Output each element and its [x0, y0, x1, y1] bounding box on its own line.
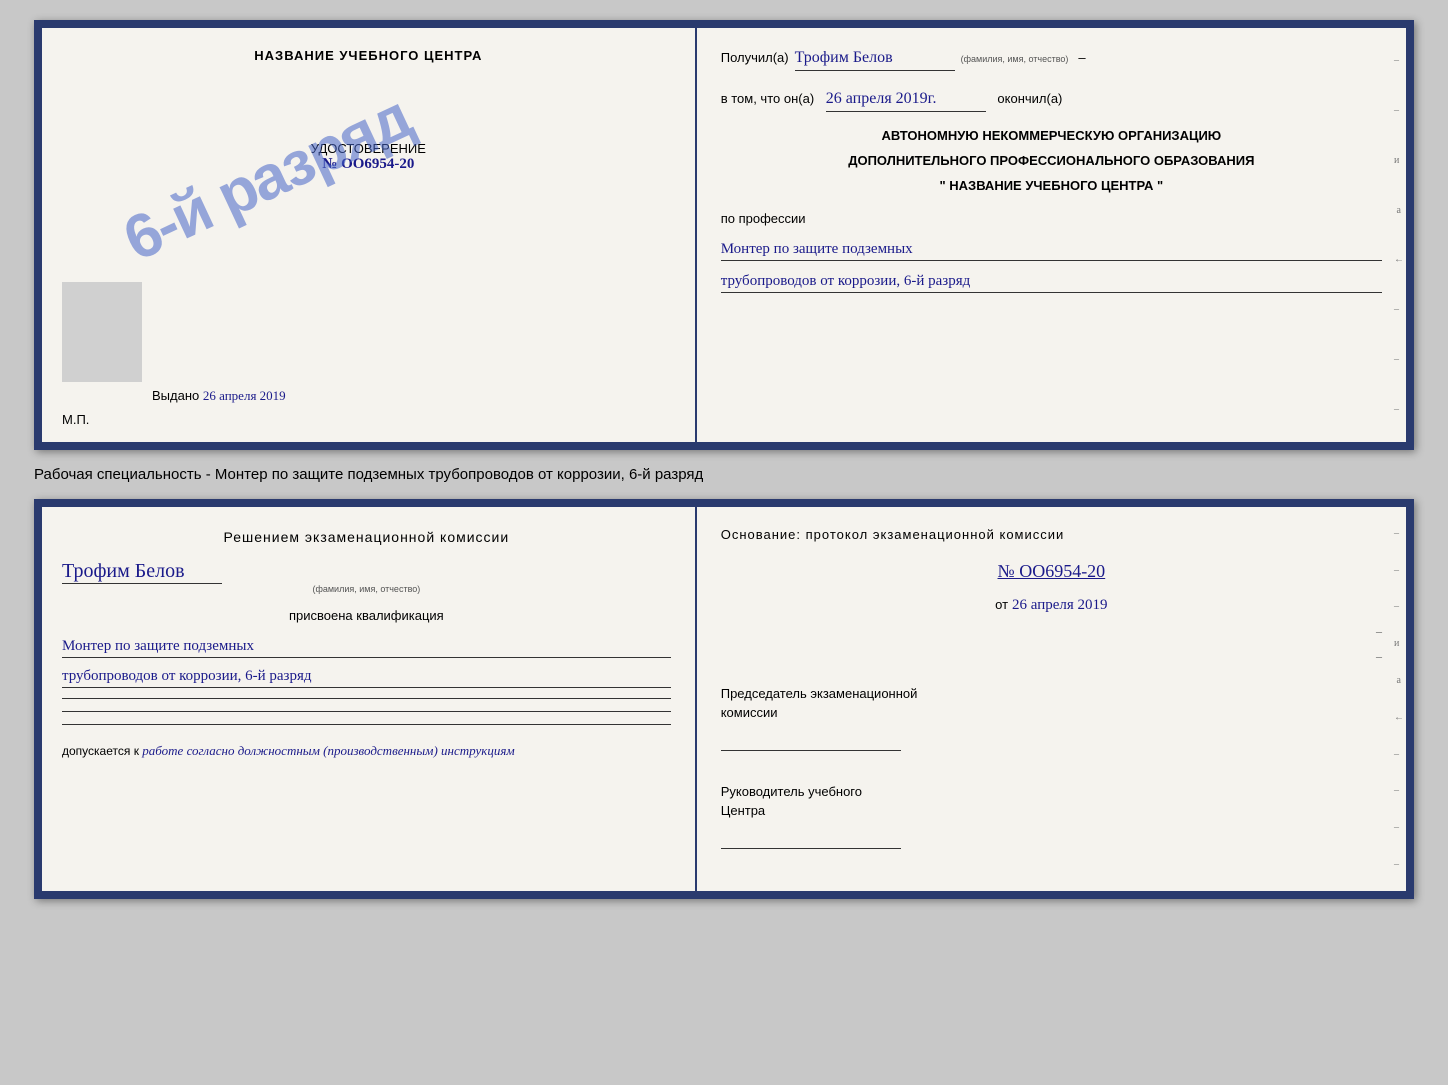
predsedatel-line1: Председатель экзаменационной	[721, 684, 1382, 704]
bottom-recipient-name: Трофим Белов	[62, 560, 222, 584]
dash-sep1: –	[721, 624, 1382, 639]
dopuskaetsya-label: допускается к	[62, 744, 139, 758]
dopuskaetsya-block: допускается к работе согласно должностны…	[62, 743, 671, 759]
udost-label: УДОСТОВЕРЕНИЕ	[311, 141, 426, 156]
org-line2: ДОПОЛНИТЕЛЬНОГО ПРОФЕССИОНАЛЬНОГО ОБРАЗО…	[721, 153, 1382, 168]
resheniem-label: Решением экзаменационной комиссии	[62, 527, 671, 548]
predsedatel-block: Председатель экзаменационной комиссии	[721, 684, 1382, 756]
okonchil-label: окончил(а)	[997, 91, 1062, 106]
prisvoena-label: присвоена квалификация	[62, 606, 671, 626]
photo-placeholder	[62, 282, 142, 382]
bottom-cert-right: Основание: протокол экзаменационной коми…	[697, 507, 1406, 891]
predsedatel-signature	[721, 735, 901, 751]
stamp-text: 6-й разряд	[113, 81, 421, 275]
qual-line1: Монтер по защите подземных	[62, 638, 671, 658]
specialty-label: Рабочая специальность - Монтер по защите…	[34, 462, 1414, 487]
right-edge-marks: – – и а ← – – –	[1392, 28, 1406, 442]
ot-date: 26 апреля 2019	[1012, 597, 1108, 613]
protocol-number: № OO6954-20	[998, 561, 1106, 581]
vtomchto-label: в том, что он(а)	[721, 91, 814, 106]
vydano-line: Выдано 26 апреля 2019	[152, 388, 286, 404]
org-line1: АВТОНОМНУЮ НЕКОММЕРЧЕСКУЮ ОРГАНИЗАЦИЮ	[721, 128, 1382, 143]
rukovoditel-signature	[721, 833, 901, 849]
bottom-certificate: Решением экзаменационной комиссии Трофим…	[34, 499, 1414, 899]
dopuskaetsya-value: работе согласно должностным (производств…	[142, 743, 514, 758]
vtomchto-line: в том, что он(а) 26 апреля 2019г. окончи…	[721, 87, 1382, 112]
protocol-date-block: от 26 апреля 2019	[721, 596, 1382, 614]
mp-label: М.П.	[62, 412, 89, 427]
bottom-name-block: Трофим Белов (фамилия, имя, отчество)	[62, 560, 671, 594]
bottom-cert-left: Решением экзаменационной комиссии Трофим…	[42, 507, 697, 891]
top-cert-title: НАЗВАНИЕ УЧЕБНОГО ЦЕНТРА	[254, 48, 482, 63]
diagonal-stamp: 6-й разряд	[111, 35, 422, 322]
vydano-label: Выдано	[152, 388, 199, 403]
dash1: –	[1078, 48, 1085, 68]
udost-block: УДОСТОВЕРЕНИЕ № OO6954-20	[311, 141, 426, 173]
rukovoditel-line2: Центра	[721, 801, 1382, 821]
po-professii-label: по профессии	[721, 209, 1382, 229]
org-line3: " НАЗВАНИЕ УЧЕБНОГО ЦЕНТРА "	[721, 178, 1382, 193]
top-cert-left: НАЗВАНИЕ УЧЕБНОГО ЦЕНТРА 6-й разряд УДОС…	[42, 28, 697, 442]
rukovoditel-line1: Руководитель учебного	[721, 782, 1382, 802]
divider1	[62, 698, 671, 699]
divider3	[62, 724, 671, 725]
poluchil-line: Получил(а) Трофим Белов (фамилия, имя, о…	[721, 46, 1382, 71]
poluchil-label: Получил(а)	[721, 48, 789, 68]
ot-label: от	[995, 597, 1008, 612]
profession-line1: Монтер по защите подземных	[721, 241, 1382, 261]
name-sublabel: (фамилия, имя, отчество)	[961, 53, 1069, 67]
bottom-name-sublabel: (фамилия, имя, отчество)	[62, 584, 671, 594]
top-cert-right: Получил(а) Трофим Белов (фамилия, имя, о…	[697, 28, 1406, 442]
qual-line2: трубопроводов от коррозии, 6-й разряд	[62, 668, 671, 688]
profession-line2: трубопроводов от коррозии, 6-й разряд	[721, 273, 1382, 293]
grad-date: 26 апреля 2019г.	[826, 87, 986, 112]
osnovanie-label: Основание: протокол экзаменационной коми…	[721, 525, 1382, 545]
top-certificate: НАЗВАНИЕ УЧЕБНОГО ЦЕНТРА 6-й разряд УДОС…	[34, 20, 1414, 450]
dash-sep2: –	[721, 649, 1382, 664]
rukovoditel-block: Руководитель учебного Центра	[721, 782, 1382, 854]
predsedatel-line2: комиссии	[721, 703, 1382, 723]
recipient-name: Трофим Белов	[795, 46, 955, 71]
bottom-right-edge-marks: – – – и а ← – – – –	[1392, 507, 1406, 891]
protocol-number-block: № OO6954-20	[721, 561, 1382, 582]
udost-number: № OO6954-20	[311, 156, 426, 173]
divider2	[62, 711, 671, 712]
vydano-date: 26 апреля 2019	[203, 388, 286, 403]
